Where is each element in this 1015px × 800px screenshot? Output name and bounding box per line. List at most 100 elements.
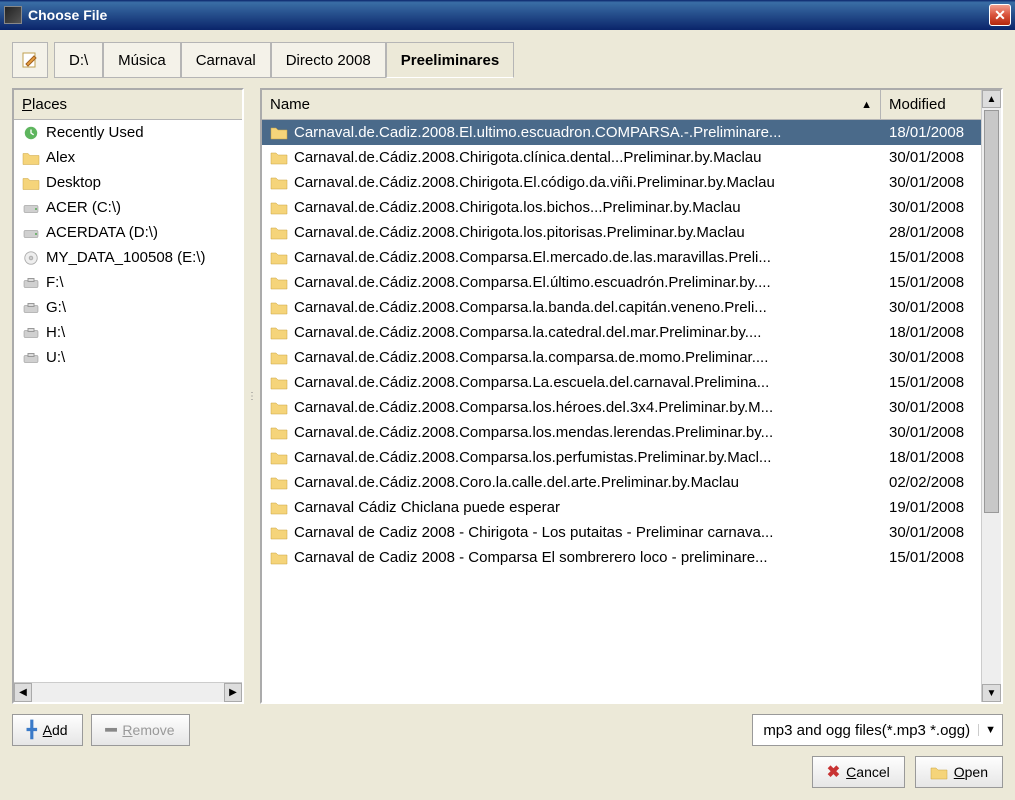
place-label: ACER (C:\): [46, 199, 121, 216]
places-header[interactable]: Places: [14, 90, 242, 120]
place-label: U:\: [46, 349, 65, 366]
breadcrumb-preeliminares[interactable]: Preeliminares: [386, 42, 514, 78]
place-desktop[interactable]: Desktop: [14, 170, 242, 195]
window-title: Choose File: [28, 7, 989, 23]
dropdown-icon: ▼: [978, 724, 996, 736]
file-modified: 18/01/2008: [881, 320, 981, 345]
places-hscroll[interactable]: ◀ ▶: [14, 682, 242, 702]
file-modified: 30/01/2008: [881, 170, 981, 195]
file-name: Carnaval de Cadiz 2008 - Chirigota - Los…: [294, 524, 773, 541]
file-name: Carnaval Cádiz Chiclana puede esperar: [294, 499, 560, 516]
file-modified: 30/01/2008: [881, 420, 981, 445]
file-row[interactable]: Carnaval de Cadiz 2008 - Chirigota - Los…: [262, 520, 981, 545]
place-u[interactable]: U:\: [14, 345, 242, 370]
file-modified: 19/01/2008: [881, 495, 981, 520]
breadcrumb-d[interactable]: D:\: [54, 42, 103, 78]
hscroll-left[interactable]: ◀: [14, 683, 32, 702]
vscroll-track[interactable]: [982, 108, 1001, 684]
app-icon: [4, 6, 22, 24]
file-row[interactable]: Carnaval.de.Cádiz.2008.Chirigota.clínica…: [262, 145, 981, 170]
file-modified: 30/01/2008: [881, 395, 981, 420]
file-row[interactable]: Carnaval.de.Cádiz.2008.Comparsa.la.cated…: [262, 320, 981, 345]
open-button[interactable]: Open: [915, 756, 1003, 788]
place-alex[interactable]: Alex: [14, 145, 242, 170]
close-button[interactable]: ✕: [989, 4, 1011, 26]
place-label: Desktop: [46, 174, 101, 191]
vscroll-thumb[interactable]: [984, 110, 999, 513]
file-row[interactable]: Carnaval.de.Cádiz.2008.Comparsa.los.héro…: [262, 395, 981, 420]
file-name: Carnaval.de.Cádiz.2008.Chirigota.clínica…: [294, 149, 761, 166]
breadcrumb-msica[interactable]: Música: [103, 42, 181, 78]
file-name: Carnaval.de.Cádiz.2008.Comparsa.La.escue…: [294, 374, 769, 391]
file-name: Carnaval.de.Cádiz.2008.Chirigota.El.códi…: [294, 174, 775, 191]
file-name: Carnaval.de.Cádiz.2008.Comparsa.los.mend…: [294, 424, 773, 441]
files-vscroll[interactable]: ▲ ▼: [981, 90, 1001, 702]
hscroll-right[interactable]: ▶: [224, 683, 242, 702]
title-bar: Choose File ✕: [0, 0, 1015, 30]
file-modified: 30/01/2008: [881, 345, 981, 370]
file-name: Carnaval.de.Cádiz.2008.Comparsa.la.banda…: [294, 299, 767, 316]
split-handle[interactable]: ⋮: [248, 88, 256, 704]
cancel-button[interactable]: ✖Cancel: [812, 756, 905, 788]
file-modified: 30/01/2008: [881, 145, 981, 170]
file-row[interactable]: Carnaval.de.Cádiz.2008.Comparsa.La.escue…: [262, 370, 981, 395]
file-name: Carnaval.de.Cádiz.2008.Comparsa.El.últim…: [294, 274, 771, 291]
column-name[interactable]: Name ▲: [262, 90, 881, 119]
place-g[interactable]: G:\: [14, 295, 242, 320]
file-row[interactable]: Carnaval.de.Cádiz.2008.Comparsa.El.últim…: [262, 270, 981, 295]
file-modified: 18/01/2008: [881, 120, 981, 145]
file-row[interactable]: Carnaval.de.Cadiz.2008.El.ultimo.escuadr…: [262, 120, 981, 145]
place-recentlyused[interactable]: Recently Used: [14, 120, 242, 145]
file-row[interactable]: Carnaval Cádiz Chiclana puede esperar 19/…: [262, 495, 981, 520]
breadcrumb-directo2008[interactable]: Directo 2008: [271, 42, 386, 78]
file-row[interactable]: Carnaval.de.Cádiz.2008.Comparsa.los.mend…: [262, 420, 981, 445]
place-mydata100508e[interactable]: MY_DATA_100508 (E:\): [14, 245, 242, 270]
place-label: G:\: [46, 299, 66, 316]
file-modified: 15/01/2008: [881, 370, 981, 395]
place-f[interactable]: F:\: [14, 270, 242, 295]
file-row[interactable]: Carnaval.de.Cádiz.2008.Coro.la.calle.del…: [262, 470, 981, 495]
file-row[interactable]: Carnaval.de.Cádiz.2008.Comparsa.los.perf…: [262, 445, 981, 470]
filter-label: mp3 and ogg files(*.mp3 *.ogg): [763, 722, 970, 739]
vscroll-up[interactable]: ▲: [982, 90, 1001, 108]
place-h[interactable]: H:\: [14, 320, 242, 345]
file-row[interactable]: Carnaval.de.Cádiz.2008.Chirigota.los.bic…: [262, 195, 981, 220]
file-name: Carnaval.de.Cádiz.2008.Comparsa.El.merca…: [294, 249, 771, 266]
open-folder-icon: [930, 765, 948, 780]
file-name: Carnaval de Cadiz 2008 - Comparsa El som…: [294, 549, 768, 566]
file-row[interactable]: Carnaval.de.Cádiz.2008.Chirigota.los.pit…: [262, 220, 981, 245]
vscroll-down[interactable]: ▼: [982, 684, 1001, 702]
place-acerc[interactable]: ACER (C:\): [14, 195, 242, 220]
file-name: Carnaval.de.Cádiz.2008.Comparsa.la.compa…: [294, 349, 768, 366]
file-modified: 02/02/2008: [881, 470, 981, 495]
file-modified: 18/01/2008: [881, 445, 981, 470]
file-name: Carnaval.de.Cádiz.2008.Comparsa.los.perf…: [294, 449, 771, 466]
places-list: Recently UsedAlex Desktop ACER (C:\) ACERDA…: [14, 120, 242, 682]
remove-button[interactable]: ━Remove: [91, 714, 190, 746]
place-label: F:\: [46, 274, 64, 291]
file-row[interactable]: Carnaval de Cadiz 2008 - Comparsa El som…: [262, 545, 981, 570]
file-row[interactable]: Carnaval.de.Cádiz.2008.Comparsa.la.banda…: [262, 295, 981, 320]
place-label: H:\: [46, 324, 65, 341]
places-panel: Places Recently UsedAlex Desktop ACER (C:\…: [12, 88, 244, 704]
edit-path-button[interactable]: [12, 42, 48, 78]
file-name: Carnaval.de.Cádiz.2008.Chirigota.los.pit…: [294, 224, 745, 241]
file-name: Carnaval.de.Cádiz.2008.Comparsa.los.héro…: [294, 399, 773, 416]
place-acerdatad[interactable]: ACERDATA (D:\): [14, 220, 242, 245]
file-row[interactable]: Carnaval.de.Cádiz.2008.Comparsa.El.merca…: [262, 245, 981, 270]
column-modified[interactable]: Modified: [881, 90, 981, 119]
file-type-filter[interactable]: mp3 and ogg files(*.mp3 *.ogg) ▼: [752, 714, 1003, 746]
file-name: Carnaval.de.Cádiz.2008.Comparsa.la.cated…: [294, 324, 761, 341]
breadcrumb-carnaval[interactable]: Carnaval: [181, 42, 271, 78]
minus-icon: ━: [106, 720, 117, 741]
file-modified: 15/01/2008: [881, 545, 981, 570]
file-modified: 15/01/2008: [881, 270, 981, 295]
file-modified: 28/01/2008: [881, 220, 981, 245]
file-name: Carnaval.de.Cadiz.2008.El.ultimo.escuadr…: [294, 124, 781, 141]
hscroll-track[interactable]: [32, 683, 224, 702]
file-row[interactable]: Carnaval.de.Cádiz.2008.Chirigota.El.códi…: [262, 170, 981, 195]
place-label: ACERDATA (D:\): [46, 224, 158, 241]
files-header: Name ▲ Modified: [262, 90, 981, 120]
add-button[interactable]: ╋Add: [12, 714, 83, 746]
file-row[interactable]: Carnaval.de.Cádiz.2008.Comparsa.la.compa…: [262, 345, 981, 370]
